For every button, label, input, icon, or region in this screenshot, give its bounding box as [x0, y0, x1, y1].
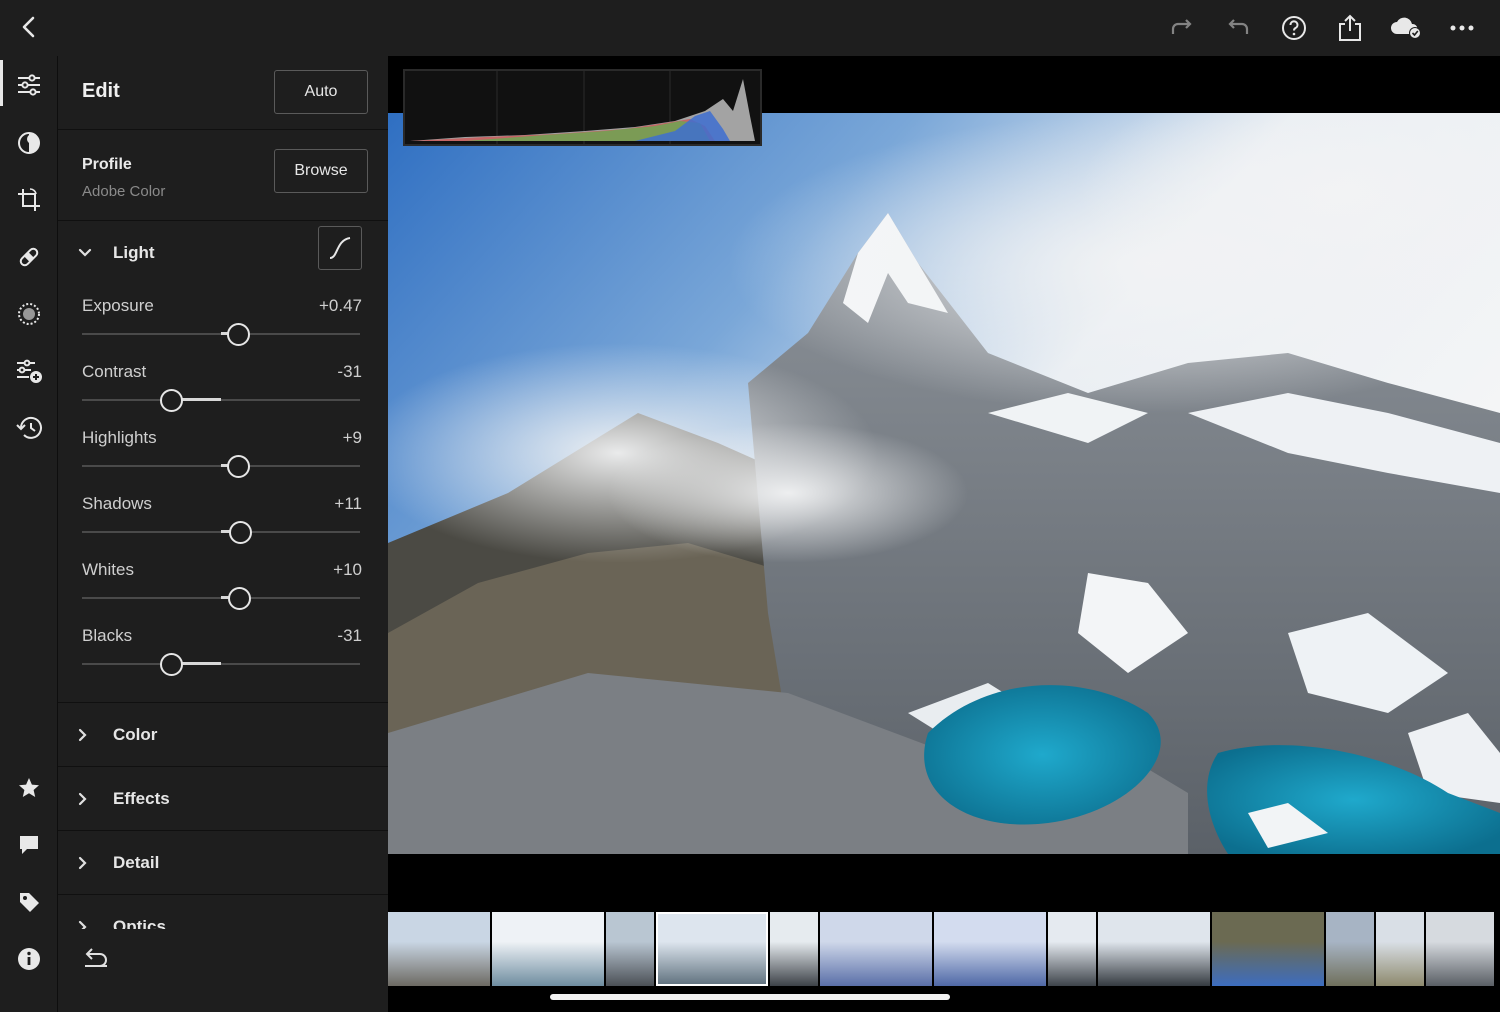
slider-whites[interactable]: Whites +10	[82, 560, 362, 620]
presets-icon[interactable]	[0, 118, 58, 168]
histogram	[403, 69, 762, 146]
slider-label: Whites	[82, 560, 134, 579]
undo-icon[interactable]	[1210, 10, 1266, 46]
filmstrip-thumbnail[interactable]	[388, 912, 490, 986]
filmstrip-thumbnail[interactable]	[492, 912, 604, 986]
filmstrip-thumbnail[interactable]	[934, 912, 1046, 986]
slider-thumb[interactable]	[229, 521, 253, 544]
tone-curve-button[interactable]	[318, 226, 362, 270]
slider-value[interactable]: +9	[343, 428, 362, 448]
panel-title: Edit	[82, 80, 120, 102]
home-indicator	[550, 994, 950, 1000]
history-icon[interactable]	[0, 403, 58, 453]
slider-label: Contrast	[82, 362, 147, 381]
more-icon[interactable]	[1434, 10, 1490, 46]
slider-value[interactable]: -31	[337, 362, 362, 382]
filmstrip-thumbnail[interactable]	[820, 912, 932, 986]
share-icon[interactable]	[1322, 10, 1378, 46]
slider-value[interactable]: +10	[333, 560, 362, 580]
color-section-header[interactable]: Color	[58, 703, 388, 767]
edit-sliders-icon[interactable]	[0, 60, 58, 110]
filmstrip-thumbnail[interactable]	[1426, 912, 1494, 986]
tag-icon[interactable]	[0, 877, 58, 927]
filmstrip-thumbnail[interactable]	[1376, 912, 1424, 986]
filmstrip-thumbnail[interactable]	[770, 912, 818, 986]
slider-track[interactable]	[82, 663, 360, 665]
chevron-right-icon	[58, 792, 98, 806]
image-canvas[interactable]	[388, 56, 1500, 1012]
slider-shadows[interactable]: Shadows +11	[82, 494, 362, 554]
optics-clip: Optics	[58, 895, 388, 929]
filmstrip-thumbnail[interactable]	[606, 912, 654, 986]
chevron-left-icon[interactable]	[14, 12, 44, 42]
tone-curve-icon	[329, 237, 351, 259]
filmstrip-thumbnail[interactable]	[1098, 912, 1210, 986]
chevron-right-icon	[58, 728, 98, 742]
selective-icon[interactable]	[0, 289, 58, 339]
cloud-synced-icon[interactable]	[1378, 10, 1434, 46]
slider-thumb[interactable]	[159, 389, 183, 412]
edit-panel: Edit Auto Browse Profile Adobe Color Lig…	[58, 56, 388, 1012]
redo-icon[interactable]	[1154, 10, 1210, 46]
slider-thumb[interactable]	[226, 323, 250, 346]
auto-button[interactable]: Auto	[274, 70, 368, 114]
filmstrip-thumbnail[interactable]	[656, 912, 768, 986]
slider-thumb[interactable]	[226, 455, 250, 478]
profile-label: Profile	[82, 156, 132, 173]
comment-icon[interactable]	[0, 820, 58, 870]
slider-value[interactable]: -31	[337, 626, 362, 646]
slider-exposure[interactable]: Exposure +0.47	[82, 296, 362, 356]
edit-header: Edit Auto	[58, 56, 388, 130]
chevron-down-icon	[58, 248, 98, 258]
slider-thumb[interactable]	[159, 653, 183, 676]
slider-label: Shadows	[82, 494, 152, 513]
slider-blacks[interactable]: Blacks -31	[82, 626, 362, 686]
versions-icon[interactable]	[0, 346, 58, 396]
slider-label: Highlights	[82, 428, 157, 447]
slider-highlights[interactable]: Highlights +9	[82, 428, 362, 488]
slider-track[interactable]	[82, 399, 360, 401]
section-label: Effects	[113, 789, 170, 808]
top-toolbar	[0, 0, 1500, 56]
filmstrip	[388, 912, 1500, 986]
chevron-right-icon	[58, 856, 98, 870]
section-label: Color	[113, 725, 158, 744]
slider-label: Blacks	[82, 626, 133, 645]
profile-value: Adobe Color	[82, 183, 166, 200]
info-icon[interactable]	[0, 934, 58, 984]
crop-icon[interactable]	[0, 175, 58, 225]
filmstrip-thumbnail[interactable]	[1212, 912, 1324, 986]
browse-button[interactable]: Browse	[274, 149, 368, 193]
light-label: Light	[113, 243, 155, 262]
effects-section-header[interactable]: Effects	[58, 767, 388, 831]
chevron-right-icon	[58, 920, 98, 929]
profile-section: Browse	[58, 130, 388, 221]
slider-value[interactable]: +11	[334, 494, 362, 514]
optics-section-header[interactable]: Optics	[58, 895, 388, 929]
reset-undo-icon[interactable]	[82, 946, 112, 974]
star-icon[interactable]	[0, 763, 58, 813]
main-photo[interactable]	[388, 113, 1500, 854]
slider-label: Exposure	[82, 296, 154, 315]
tool-rail	[0, 56, 58, 1012]
section-label: Optics	[113, 917, 166, 929]
section-label: Detail	[113, 853, 160, 872]
healing-icon[interactable]	[0, 232, 58, 282]
detail-section-header[interactable]: Detail	[58, 831, 388, 895]
slider-value[interactable]: +0.47	[319, 296, 362, 316]
filmstrip-thumbnail[interactable]	[1048, 912, 1096, 986]
slider-contrast[interactable]: Contrast -31	[82, 362, 362, 422]
slider-thumb[interactable]	[228, 587, 252, 610]
filmstrip-thumbnail[interactable]	[1326, 912, 1374, 986]
help-icon[interactable]	[1266, 10, 1322, 46]
